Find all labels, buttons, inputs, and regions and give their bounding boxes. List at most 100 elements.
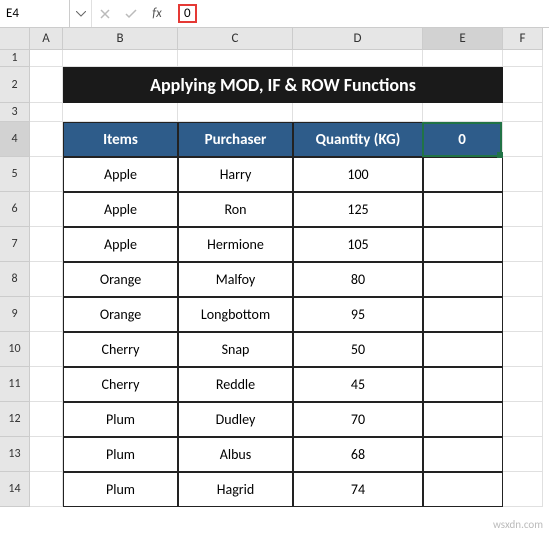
table-cell[interactable] [423, 157, 503, 192]
table-header-purchaser[interactable]: Purchaser [178, 122, 293, 157]
cell-D3[interactable] [293, 103, 423, 122]
table-cell[interactable]: Snap [178, 332, 293, 367]
table-cell[interactable]: Plum [63, 402, 178, 437]
cell-A14[interactable] [30, 472, 63, 507]
cell-C1[interactable] [178, 50, 293, 67]
row-header-8[interactable]: 8 [0, 262, 30, 297]
table-header-items[interactable]: Items [63, 122, 178, 157]
row-header-1[interactable]: 1 [0, 50, 30, 67]
fill-handle[interactable] [497, 152, 503, 158]
cell-F5[interactable] [503, 157, 543, 192]
cell-A7[interactable] [30, 227, 63, 262]
cell-E1[interactable] [423, 50, 503, 67]
row-header-6[interactable]: 6 [0, 192, 30, 227]
confirm-button[interactable] [118, 0, 144, 27]
cell-F7[interactable] [503, 227, 543, 262]
table-cell[interactable]: 45 [293, 367, 423, 402]
table-cell[interactable]: Albus [178, 437, 293, 472]
table-cell[interactable]: Cherry [63, 332, 178, 367]
cell-A9[interactable] [30, 297, 63, 332]
row-header-12[interactable]: 12 [0, 402, 30, 437]
table-cell[interactable] [423, 227, 503, 262]
row-header-5[interactable]: 5 [0, 157, 30, 192]
cell-A2[interactable] [30, 67, 63, 103]
table-cell[interactable]: 70 [293, 402, 423, 437]
cell-F8[interactable] [503, 262, 543, 297]
row-header-3[interactable]: 3 [0, 103, 30, 122]
table-cell[interactable] [423, 367, 503, 402]
row-header-9[interactable]: 9 [0, 297, 30, 332]
cell-B3[interactable] [63, 103, 178, 122]
select-all-corner[interactable] [0, 28, 30, 50]
table-cell[interactable]: 105 [293, 227, 423, 262]
name-box-dropdown[interactable] [70, 0, 92, 27]
cell-F2[interactable] [503, 67, 543, 103]
cell-A10[interactable] [30, 332, 63, 367]
column-header-C[interactable]: C [178, 28, 293, 50]
table-cell[interactable]: Ron [178, 192, 293, 227]
table-cell[interactable]: Harry [178, 157, 293, 192]
table-cell[interactable]: Orange [63, 262, 178, 297]
cell-A8[interactable] [30, 262, 63, 297]
cell-A12[interactable] [30, 402, 63, 437]
row-header-13[interactable]: 13 [0, 437, 30, 472]
table-cell[interactable]: Apple [63, 227, 178, 262]
column-header-A[interactable]: A [30, 28, 63, 50]
table-cell[interactable]: Dudley [178, 402, 293, 437]
column-header-F[interactable]: F [503, 28, 543, 50]
cell-F9[interactable] [503, 297, 543, 332]
table-header-quantity[interactable]: Quantity (KG) [293, 122, 423, 157]
column-header-E[interactable]: E [423, 28, 503, 50]
table-cell[interactable]: 68 [293, 437, 423, 472]
cell-D1[interactable] [293, 50, 423, 67]
cell-A11[interactable] [30, 367, 63, 402]
cell-F10[interactable] [503, 332, 543, 367]
formula-input[interactable]: 0 [170, 2, 549, 25]
row-header-4[interactable]: 4 [0, 122, 30, 157]
table-cell[interactable]: Reddle [178, 367, 293, 402]
table-cell[interactable]: Plum [63, 437, 178, 472]
fx-button[interactable]: fx [144, 0, 170, 27]
cell-F13[interactable] [503, 437, 543, 472]
cell-E3[interactable] [423, 103, 503, 122]
table-cell[interactable] [423, 192, 503, 227]
cancel-button[interactable] [92, 0, 118, 27]
table-cell[interactable]: 50 [293, 332, 423, 367]
cell-F14[interactable] [503, 472, 543, 507]
row-header-10[interactable]: 10 [0, 332, 30, 367]
table-cell[interactable]: Plum [63, 472, 178, 507]
table-cell[interactable]: Malfoy [178, 262, 293, 297]
cell-F12[interactable] [503, 402, 543, 437]
table-cell[interactable]: Apple [63, 192, 178, 227]
cell-A4[interactable] [30, 122, 63, 157]
table-cell[interactable]: 125 [293, 192, 423, 227]
table-cell[interactable]: Orange [63, 297, 178, 332]
cell-B1[interactable] [63, 50, 178, 67]
table-cell[interactable]: Hagrid [178, 472, 293, 507]
table-cell[interactable]: 100 [293, 157, 423, 192]
selected-cell[interactable]: 0 [422, 122, 502, 157]
cell-F11[interactable] [503, 367, 543, 402]
column-header-B[interactable]: B [63, 28, 178, 50]
table-cell[interactable] [423, 332, 503, 367]
cell-F4[interactable] [503, 122, 543, 157]
cell-A6[interactable] [30, 192, 63, 227]
cell-C3[interactable] [178, 103, 293, 122]
cell-F6[interactable] [503, 192, 543, 227]
table-cell[interactable]: 74 [293, 472, 423, 507]
table-cell[interactable]: Longbottom [178, 297, 293, 332]
cell-A3[interactable] [30, 103, 63, 122]
cell-F1[interactable] [503, 50, 543, 67]
table-cell[interactable] [423, 297, 503, 332]
table-cell[interactable] [423, 437, 503, 472]
table-cell[interactable]: Hermione [178, 227, 293, 262]
table-cell[interactable] [423, 472, 503, 507]
table-cell[interactable]: Cherry [63, 367, 178, 402]
table-cell[interactable] [423, 402, 503, 437]
cell-A5[interactable] [30, 157, 63, 192]
name-box[interactable]: E4 [0, 0, 70, 27]
column-header-D[interactable]: D [293, 28, 423, 50]
cell-F3[interactable] [503, 103, 543, 122]
table-cell[interactable]: Apple [63, 157, 178, 192]
cell-A13[interactable] [30, 437, 63, 472]
